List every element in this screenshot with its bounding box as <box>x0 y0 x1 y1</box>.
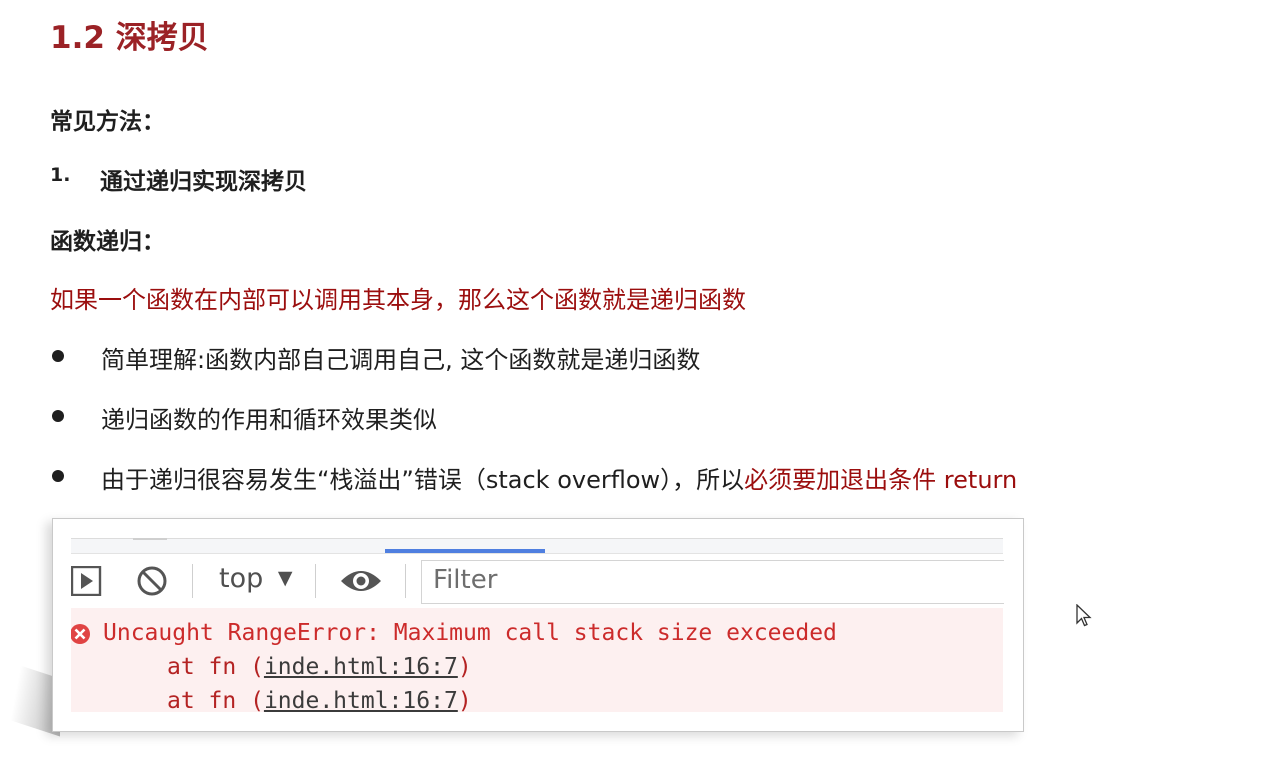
context-selector-label: top <box>219 563 264 594</box>
bullet-dot <box>52 350 64 362</box>
bullet-item-3-text: 由于递归很容易发生“栈溢出”错误（stack overflow），所以 <box>101 466 745 494</box>
bullet-item-2: 递归函数的作用和循环效果类似 <box>101 406 437 434</box>
bullet-item-3: 由于递归很容易发生“栈溢出”错误（stack overflow），所以必须要加退… <box>101 460 1017 495</box>
devtools-screenshot: top ▼ Filter Uncaught RangeError: Maximu… <box>52 518 1024 732</box>
toolbar-separator <box>405 564 406 598</box>
stack-frame-prefix: at fn ( <box>167 654 264 680</box>
recursion-definition: 如果一个函数在内部可以调用其本身，那么这个函数就是递归函数 <box>50 286 746 314</box>
console-output: Uncaught RangeError: Maximum call stack … <box>71 608 1003 712</box>
stack-frame-1: at fn (inde.html:16:7) <box>167 654 472 680</box>
mouse-cursor-icon <box>1076 603 1092 632</box>
section-title: 1.2 深拷贝 <box>50 20 209 56</box>
eye-icon[interactable] <box>339 565 383 597</box>
list-number: 1. <box>50 164 71 186</box>
toolbar-separator <box>315 564 316 598</box>
filter-placeholder: Filter <box>433 565 498 595</box>
dropdown-arrow-icon: ▼ <box>277 567 293 589</box>
filter-input[interactable] <box>421 560 1004 604</box>
clear-console-icon[interactable] <box>135 564 169 598</box>
context-selector[interactable]: top ▼ <box>219 563 292 594</box>
method-recursion-text: 通过递归实现深拷贝 <box>100 169 307 195</box>
tab-stub <box>133 538 167 540</box>
bullet-dot <box>52 470 64 482</box>
play-panel-icon[interactable] <box>70 565 105 597</box>
recursion-heading: 函数递归： <box>50 229 165 255</box>
stack-frame-link[interactable]: inde.html:16:7 <box>264 688 458 712</box>
bullet-item-3-highlight: 必须要加退出条件 return <box>744 466 1018 494</box>
stack-frame-prefix: at fn ( <box>167 688 264 712</box>
toolbar-separator <box>192 564 193 598</box>
error-icon <box>71 623 91 645</box>
stack-frame-link[interactable]: inde.html:16:7 <box>264 654 458 680</box>
methods-heading: 常见方法： <box>50 109 165 135</box>
stack-frame-suffix: ) <box>457 688 472 712</box>
error-message: Uncaught RangeError: Maximum call stack … <box>103 620 837 646</box>
console-toolbar: top ▼ Filter <box>70 553 1004 609</box>
stack-frame-2: at fn (inde.html:16:7) <box>167 688 472 712</box>
stack-frame-suffix: ) <box>457 654 472 680</box>
bullet-item-1: 简单理解:函数内部自己调用自己, 这个函数就是递归函数 <box>101 346 701 374</box>
bullet-dot <box>52 410 64 422</box>
